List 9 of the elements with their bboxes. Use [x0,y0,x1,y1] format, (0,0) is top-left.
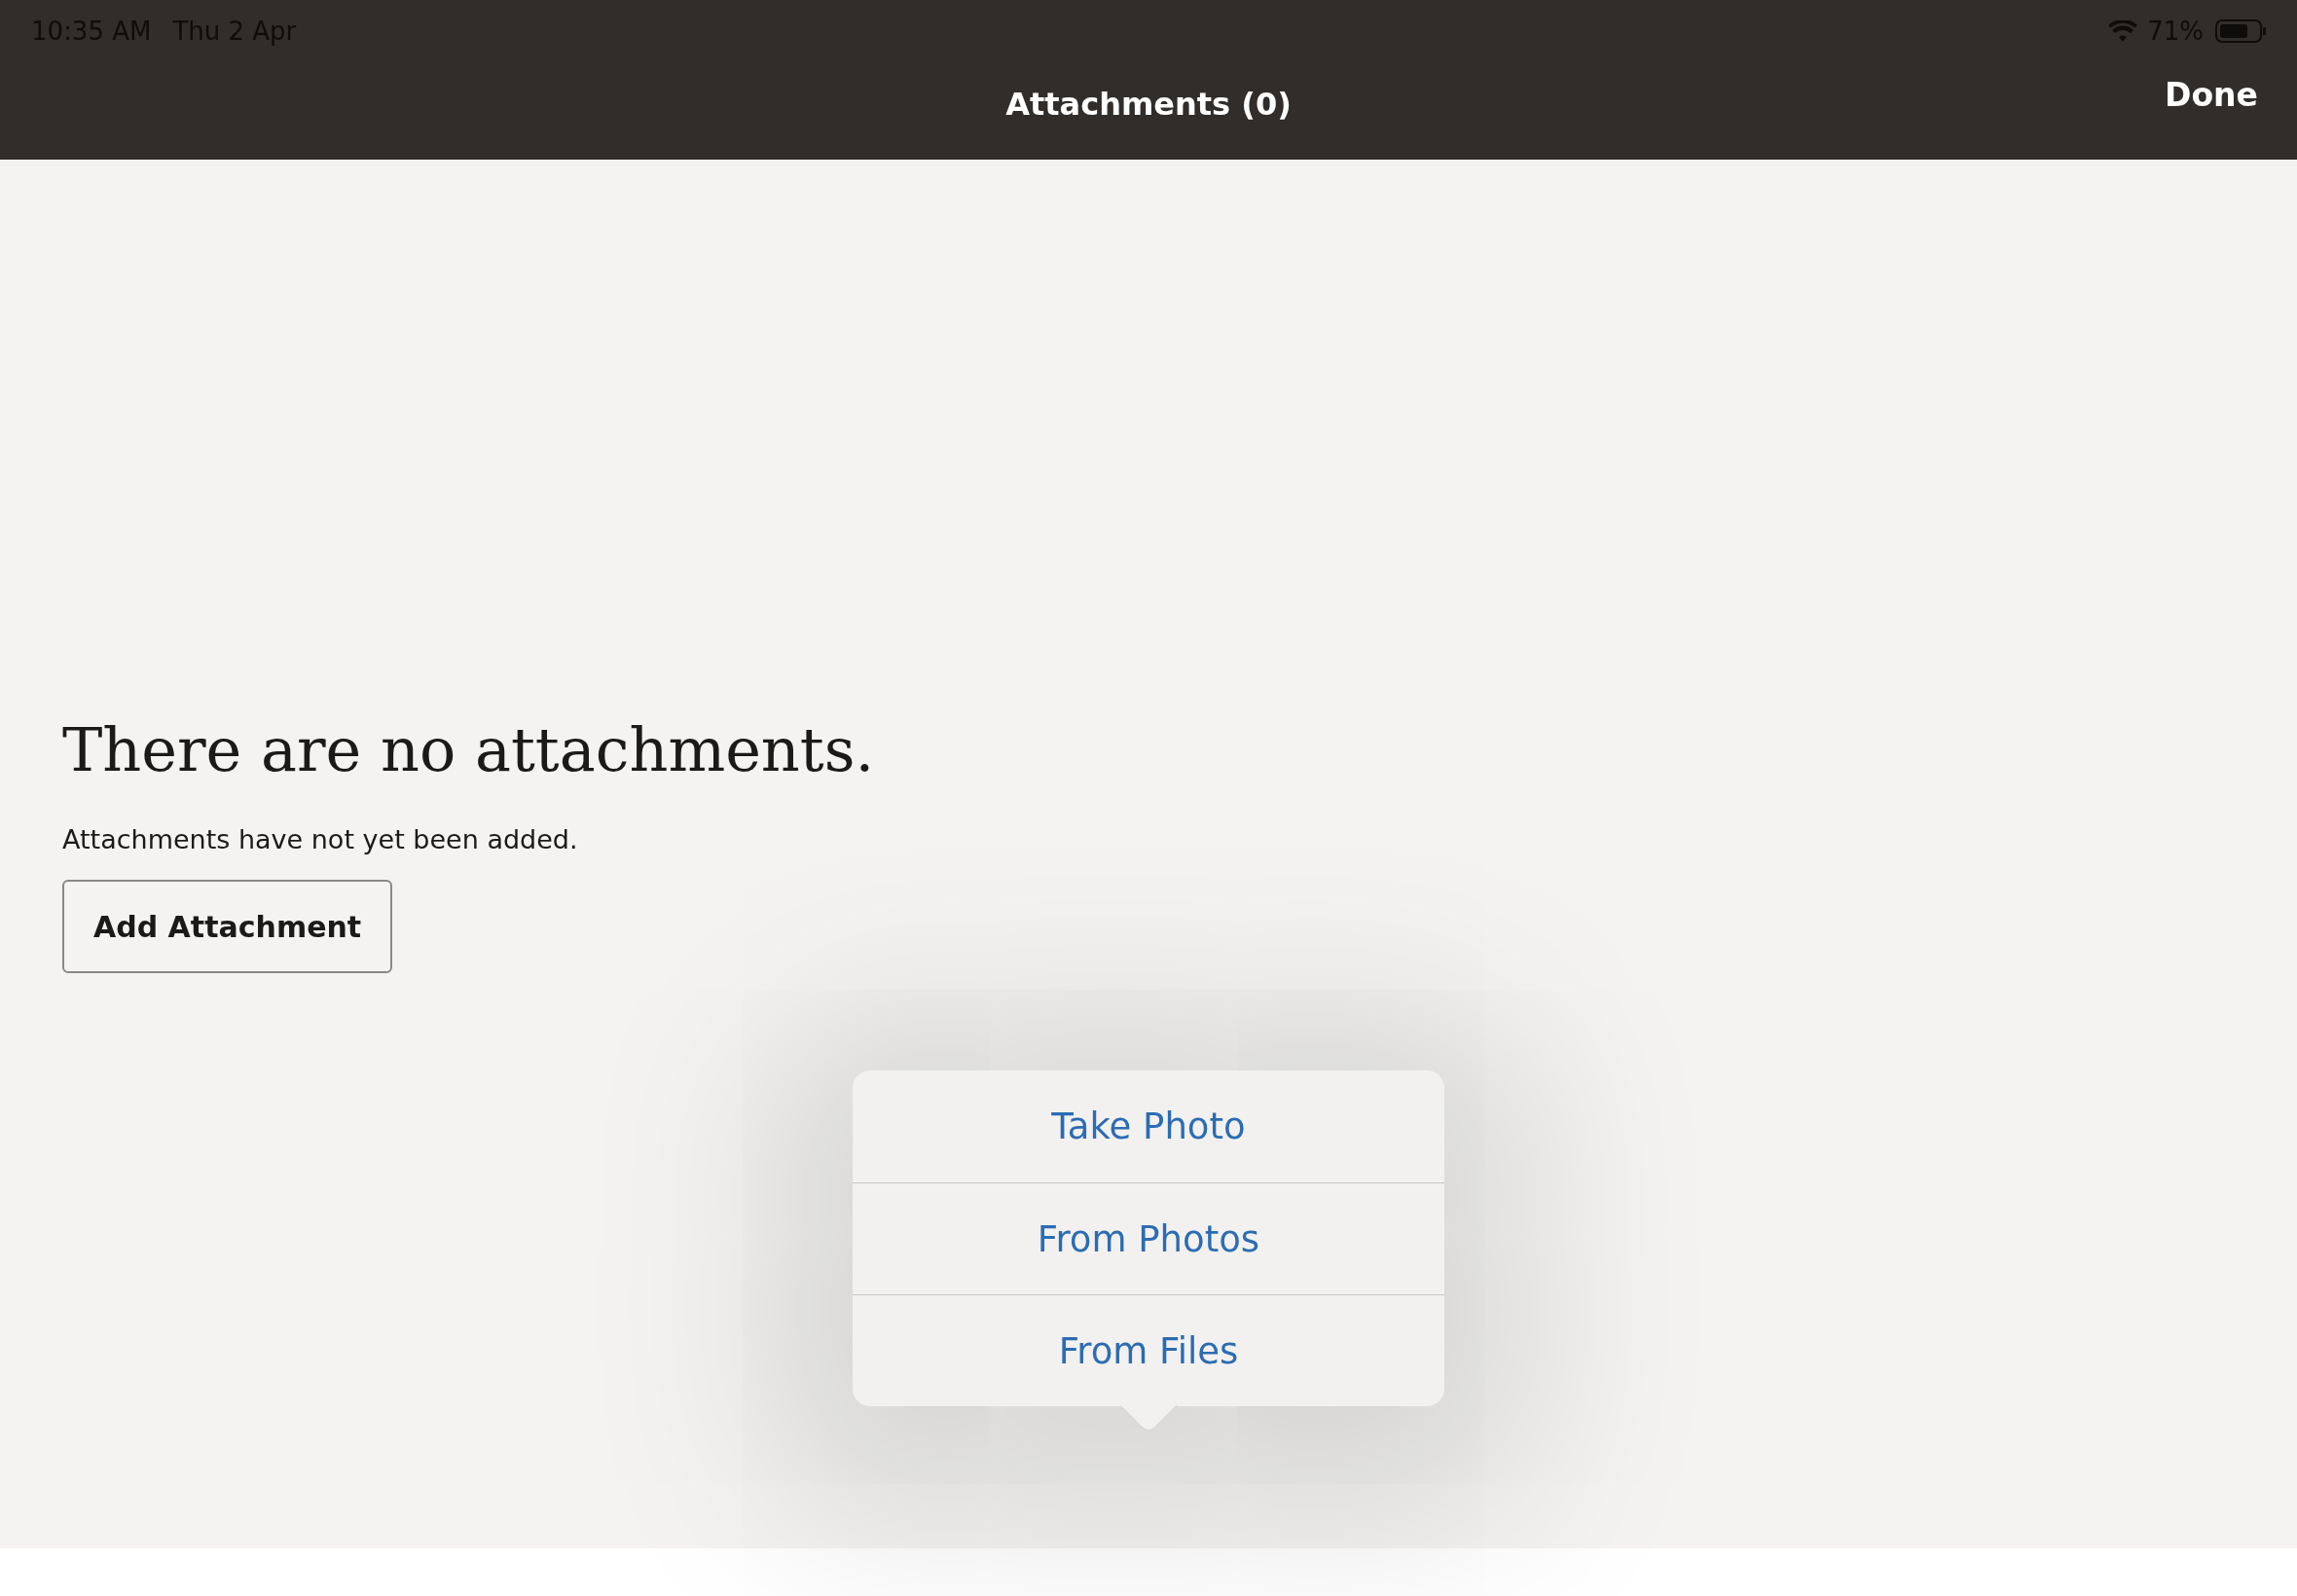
wifi-icon [2108,20,2138,42]
add-attachment-button[interactable]: Add Attachment [62,880,393,973]
empty-state-message: Attachments have not yet been added. [62,824,578,854]
window-title: Attachments (0) [1005,86,1292,123]
empty-state-heading: There are no attachments. [62,714,875,785]
menu-item[interactable]: Take Photo [853,1070,1444,1182]
menu-item[interactable]: From Photos [853,1182,1444,1294]
done-button[interactable]: Done [2165,72,2258,118]
battery-icon [2215,18,2268,44]
